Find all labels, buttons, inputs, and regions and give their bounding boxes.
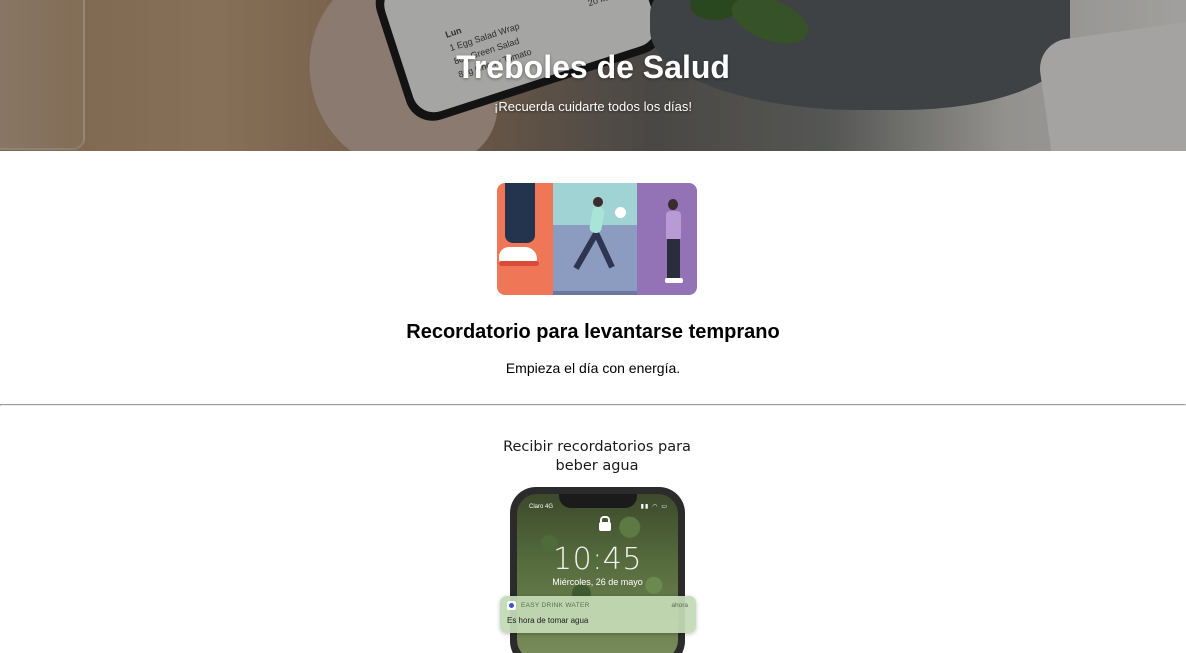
lock-screen-date: Miércoles, 26 de mayo — [552, 577, 643, 587]
person-feet — [665, 278, 683, 283]
page-title: Treboles de Salud — [456, 49, 730, 85]
wake-up-description: Empieza el día con energía. — [505, 360, 681, 376]
phone-notch — [559, 494, 637, 508]
section-divider — [0, 404, 1186, 406]
page-subtitle: ¡Recuerda cuidarte todos los días! — [494, 99, 692, 114]
standing-person-panel — [637, 183, 697, 295]
water-drop-icon — [507, 601, 516, 610]
sun-icon — [615, 207, 626, 218]
status-bar-icons: ▮▮ ◠ ▭ — [640, 503, 668, 510]
person-torso — [666, 211, 681, 241]
hero-banner: Lun 1 Egg Salad Wrap20 kcal 80g Green Sa… — [0, 0, 1186, 151]
runner-head — [593, 197, 603, 207]
water-caption: Recibir recordatorios para beber agua — [503, 439, 691, 474]
carrier-label: Claro 4G — [529, 504, 554, 510]
wake-up-title: Recordatorio para levantarse temprano — [406, 321, 780, 343]
person-head — [668, 199, 678, 210]
leg-shape — [505, 183, 535, 243]
notification-app-name: EASY DRINK WATER — [521, 602, 590, 609]
lock-screen-time: 10:45 — [553, 542, 642, 577]
ground-line — [553, 291, 637, 295]
shoe-panel — [497, 183, 553, 295]
water-notification: EASY DRINK WATER ahora Es hora de tomar … — [500, 596, 696, 633]
sneaker-sole — [499, 261, 539, 266]
notification-message: Es hora de tomar agua — [507, 616, 589, 625]
exercise-illustration — [497, 183, 697, 295]
runner-panel — [553, 183, 637, 295]
person-legs — [667, 239, 680, 279]
notification-time: ahora — [671, 602, 688, 609]
unlock-icon — [599, 516, 611, 531]
runner-leg — [593, 231, 615, 269]
